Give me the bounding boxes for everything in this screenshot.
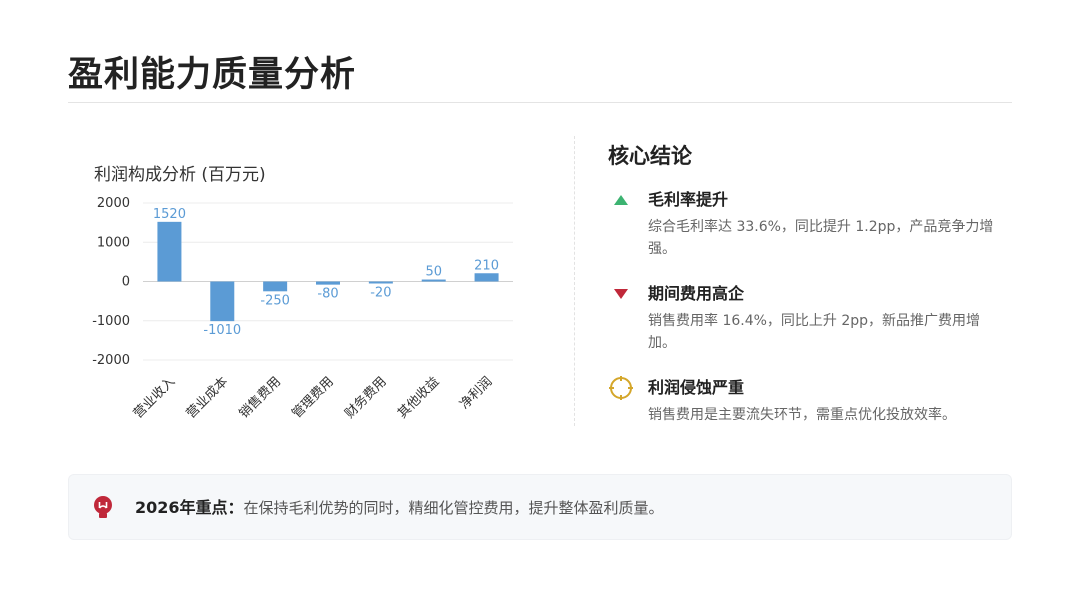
conclusion-desc: 综合毛利率达 33.6%，同比提升 1.2pp，产品竞争力增强。 [648, 219, 994, 257]
x-tick-label: 其他收益 [395, 374, 442, 421]
data-label: 50 [425, 265, 442, 280]
conclusion-title: 毛利率提升 [648, 190, 729, 209]
conclusion-desc: 销售费用率 16.4%，同比上升 2pp，新品推广费用增加。 [648, 313, 981, 351]
y-tick-label: 1000 [97, 235, 130, 250]
target-icon [608, 376, 634, 400]
conclusion-item-erosion: 利润侵蚀严重 销售费用是主要流失环节，需重点优化投放效率。 [608, 376, 1018, 426]
column-divider [574, 136, 575, 426]
x-tick-label: 营业成本 [184, 374, 231, 421]
lightbulb-icon [91, 495, 115, 521]
conclusions-title: 核心结论 [608, 144, 692, 168]
conclusion-title: 利润侵蚀严重 [648, 378, 745, 397]
bar [316, 281, 340, 285]
bar [368, 281, 393, 284]
y-tick-label: -1000 [92, 314, 130, 329]
x-tick-label: 销售费用 [236, 374, 284, 422]
triangle-down-icon [608, 282, 634, 306]
bar [421, 279, 446, 282]
slide: 盈利能力质量分析 利润构成分析 (百万元) 2000 1000 0 -1000 -200… [0, 0, 1080, 608]
profit-bar-chart: 2000 1000 0 -1000 -2000 1520 营业收入 -1010 营业成本 -250… [92, 196, 513, 422]
data-label: -250 [260, 293, 290, 308]
focus-text: 2026年重点：在保持毛利优势的同时，精细化管控费用，提升整体盈利质量。 [135, 497, 664, 519]
conclusion-title: 期间费用高企 [648, 284, 745, 303]
x-tick-label: 营业收入 [131, 374, 178, 421]
bar [263, 281, 288, 292]
focus-callout: 2026年重点：在保持毛利优势的同时，精细化管控费用，提升整体盈利质量。 [68, 474, 1012, 540]
data-label: -20 [370, 286, 391, 301]
x-tick-label: 净利润 [457, 374, 495, 412]
focus-label: 2026年重点： [135, 498, 244, 517]
bar [474, 273, 499, 282]
data-label: -80 [317, 287, 338, 302]
page-title: 盈利能力质量分析 [68, 55, 357, 95]
y-tick-label: 0 [122, 275, 130, 290]
data-label: 1520 [153, 207, 186, 222]
title-divider [68, 102, 1012, 103]
focus-body: 在保持毛利优势的同时，精细化管控费用，提升整体盈利质量。 [243, 499, 664, 517]
conclusion-desc: 销售费用是主要流失环节，需重点优化投放效率。 [648, 407, 956, 423]
data-label: -1010 [203, 323, 241, 338]
triangle-up-icon [608, 188, 634, 212]
y-tick-label: 2000 [97, 196, 130, 211]
x-tick-label: 管理费用 [289, 374, 336, 421]
conclusion-item-expenses: 期间费用高企 销售费用率 16.4%，同比上升 2pp，新品推广费用增加。 [608, 282, 1018, 354]
conclusion-item-gross-margin: 毛利率提升 综合毛利率达 33.6%，同比提升 1.2pp，产品竞争力增强。 [608, 188, 1018, 260]
profit-chart: 利润构成分析 (百万元) 2000 1000 0 -1000 -2000 1520 营业收入… [68, 150, 538, 450]
y-tick-label: -2000 [92, 353, 130, 368]
bar [157, 221, 182, 282]
conclusions-panel: 核心结论 毛利率提升 综合毛利率达 33.6%，同比提升 1.2pp，产品竞争力… [608, 140, 1018, 448]
data-label: 210 [474, 258, 499, 273]
x-tick-label: 财务费用 [342, 374, 390, 422]
bar [210, 281, 235, 322]
